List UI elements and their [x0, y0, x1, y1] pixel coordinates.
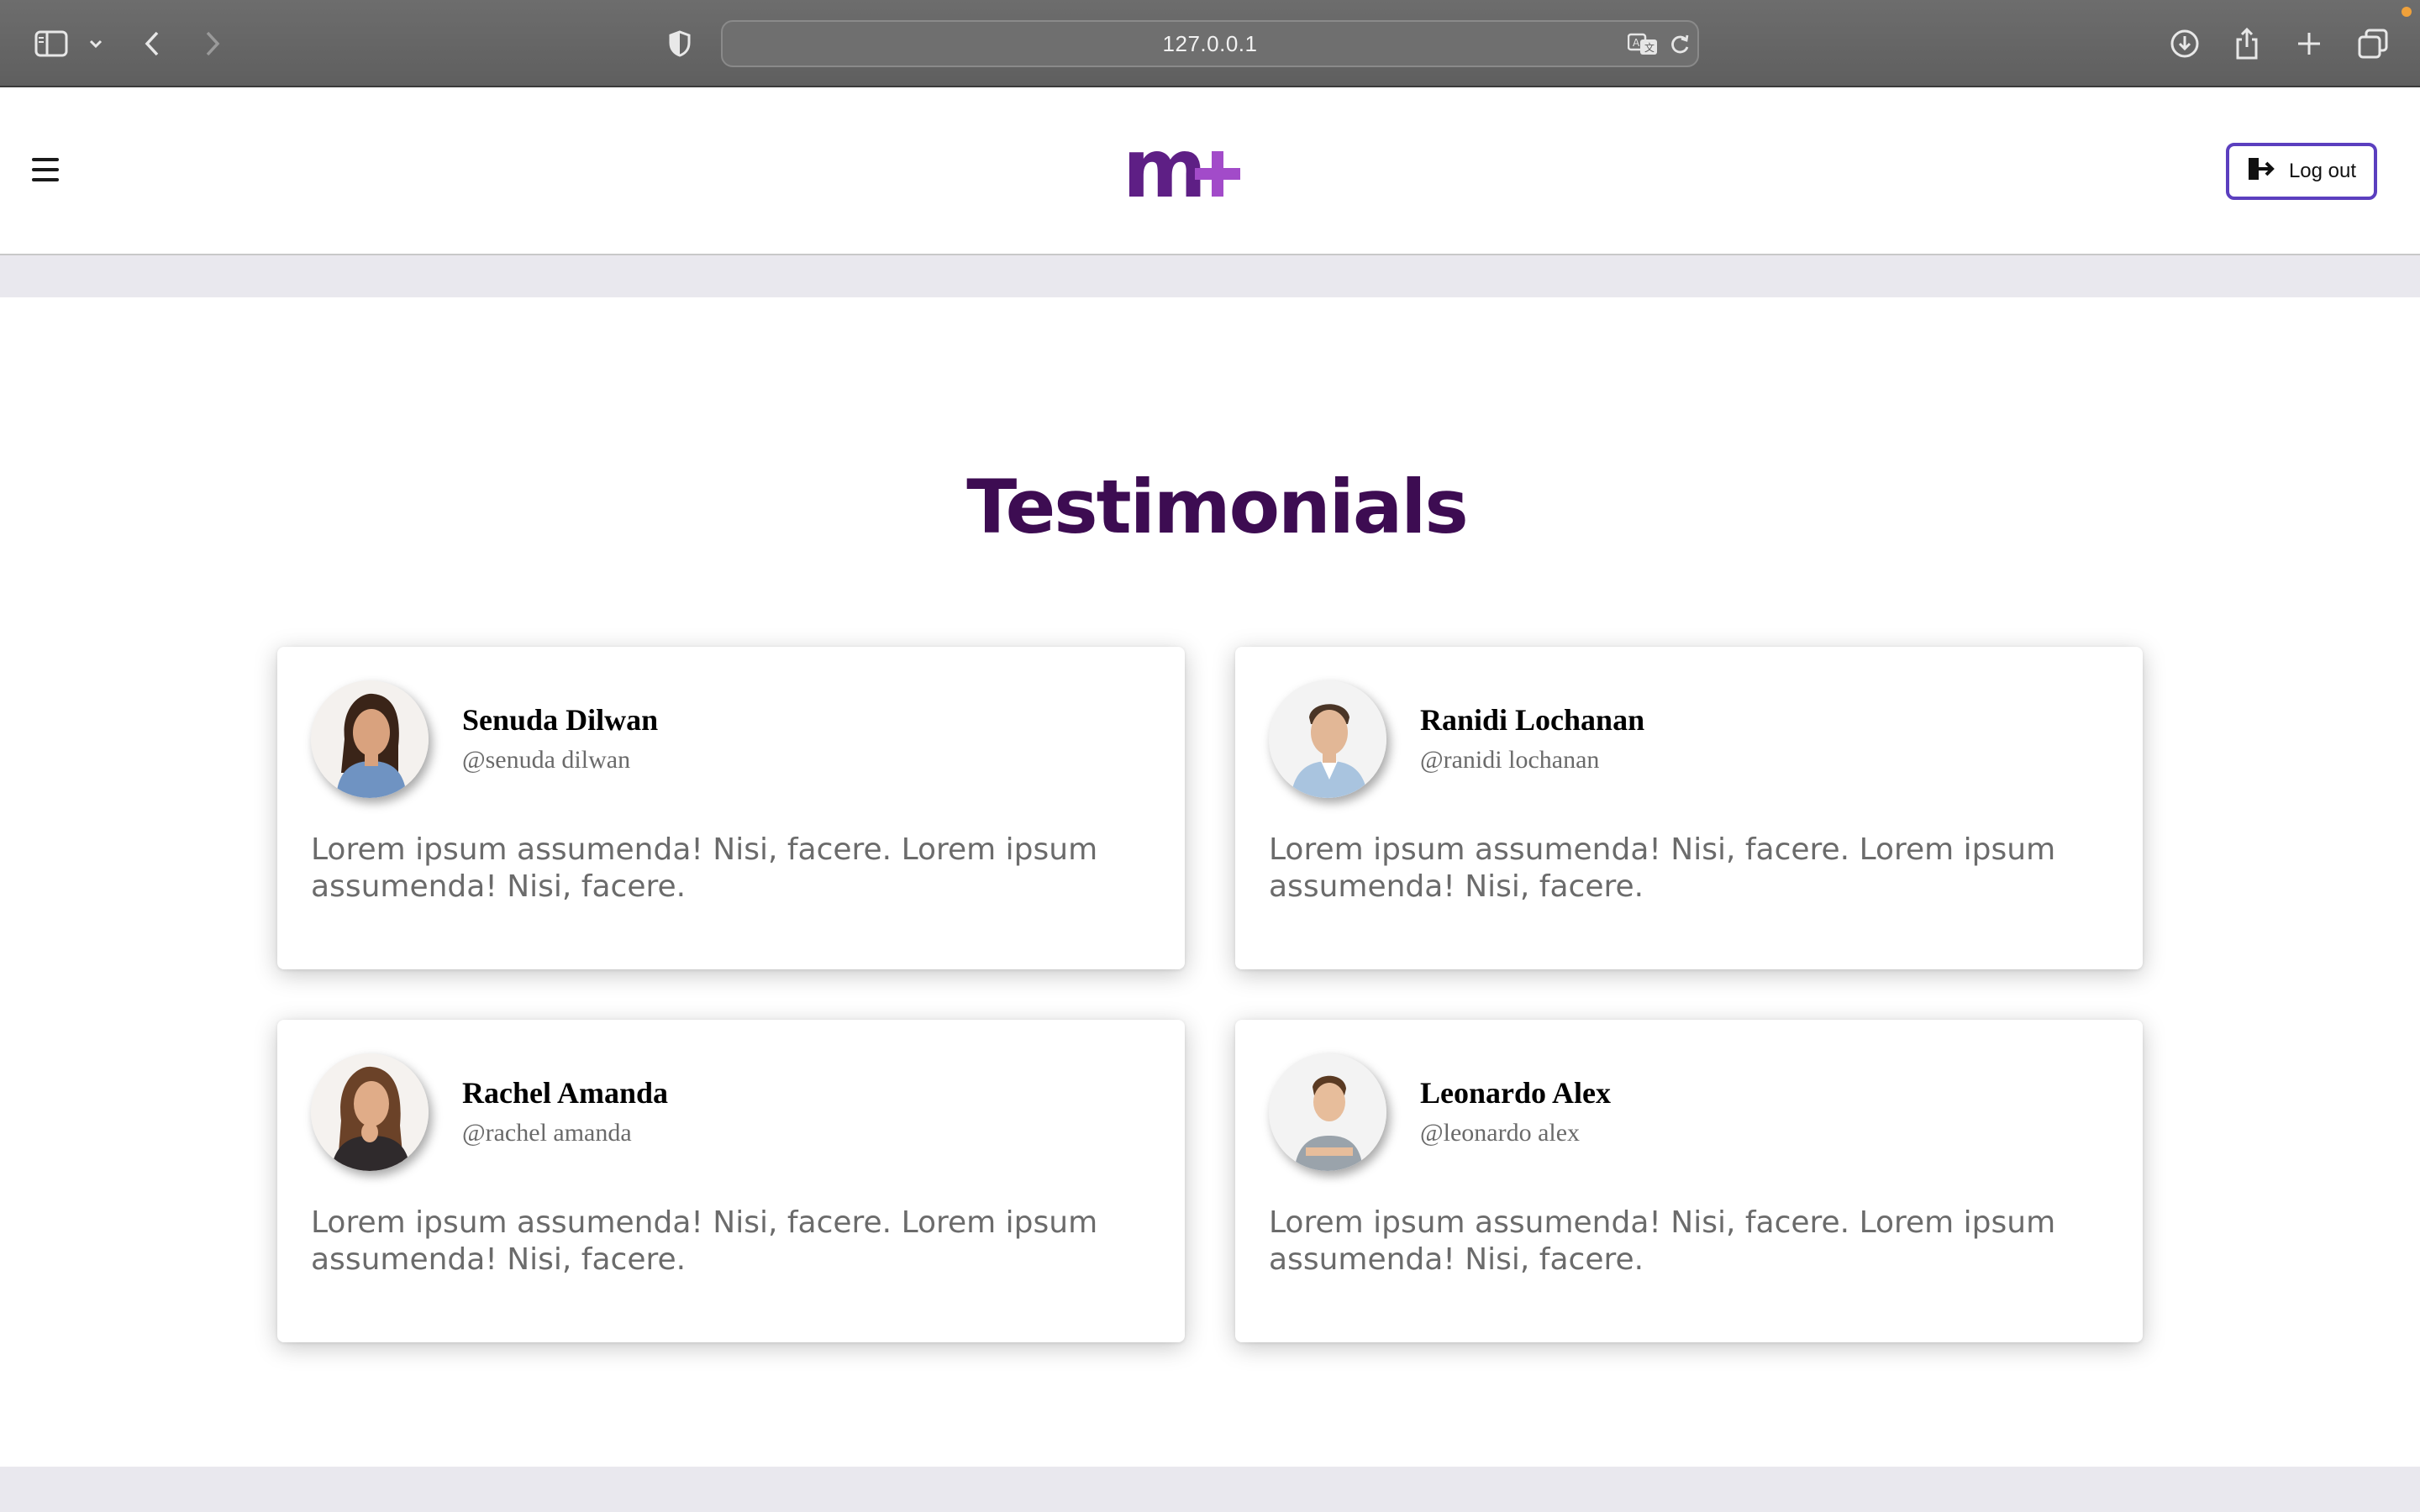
browser-toolbar: 127.0.0.1 A文 — [0, 0, 2420, 87]
svg-text:m: m — [1123, 133, 1202, 208]
testimonial-text: Lorem ipsum assumenda! Nisi, facere. Lor… — [311, 1205, 1098, 1277]
logout-label: Log out — [2288, 160, 2357, 182]
reviewer-handle: @senuda dilwan — [462, 746, 631, 774]
shield-icon[interactable] — [666, 22, 694, 66]
reviewer-name: Senuda Dilwan — [462, 703, 659, 737]
address-bar[interactable]: 127.0.0.1 A文 — [721, 20, 1699, 67]
reviewer-handle: @leonardo alex — [1420, 1119, 1581, 1147]
new-tab-icon[interactable] — [2294, 22, 2324, 66]
section-title: Testimonials — [966, 464, 1469, 550]
avatar — [311, 1053, 429, 1171]
site-header: m Log out — [0, 89, 2420, 255]
reviewer-handle: @rachel amanda — [462, 1119, 632, 1147]
testimonial-card: Leonardo Alex @leonardo alex Lorem ipsum… — [1235, 1020, 2143, 1342]
svg-text:文: 文 — [1644, 41, 1655, 54]
sidebar-icon[interactable] — [32, 22, 71, 66]
reviewer-name: Rachel Amanda — [462, 1076, 669, 1110]
testimonial-card: Ranidi Lochanan @ranidi lochanan Lorem i… — [1235, 647, 2143, 969]
testimonial-text: Lorem ipsum assumenda! Nisi, facere. Lor… — [1269, 832, 2056, 904]
download-icon[interactable] — [2168, 22, 2202, 66]
testimonial-text: Lorem ipsum assumenda! Nisi, facere. Lor… — [1269, 1205, 2056, 1277]
logout-icon — [2247, 156, 2275, 187]
url-text: 127.0.0.1 — [1162, 30, 1258, 56]
back-icon[interactable] — [138, 22, 166, 66]
testimonial-card: Rachel Amanda @rachel amanda Lorem ipsum… — [277, 1020, 1185, 1342]
avatar — [1269, 680, 1386, 798]
testimonial-text: Lorem ipsum assumenda! Nisi, facere. Lor… — [311, 832, 1098, 904]
logout-button[interactable]: Log out — [2226, 143, 2377, 200]
share-icon[interactable] — [2232, 22, 2262, 66]
footer-band — [0, 1467, 2420, 1512]
translate-icon[interactable]: A文 — [1627, 32, 1660, 57]
svg-text:A: A — [1633, 37, 1640, 49]
header-divider-band — [0, 255, 2420, 297]
tabs-overview-icon[interactable] — [2356, 22, 2390, 66]
notification-dot — [2402, 7, 2412, 17]
reviewer-name: Ranidi Lochanan — [1420, 703, 1645, 737]
reviewer-name: Leonardo Alex — [1420, 1076, 1612, 1110]
testimonial-card: Senuda Dilwan @senuda dilwan Lorem ipsum… — [277, 647, 1185, 969]
chevron-down-icon[interactable] — [86, 22, 106, 66]
avatar — [1269, 1053, 1386, 1171]
reload-icon[interactable] — [1667, 32, 1692, 57]
avatar — [311, 680, 429, 798]
menu-icon[interactable] — [32, 158, 59, 181]
forward-icon[interactable] — [198, 22, 227, 66]
brand-logo[interactable]: m — [1123, 122, 1249, 216]
reviewer-handle: @ranidi lochanan — [1420, 746, 1600, 774]
